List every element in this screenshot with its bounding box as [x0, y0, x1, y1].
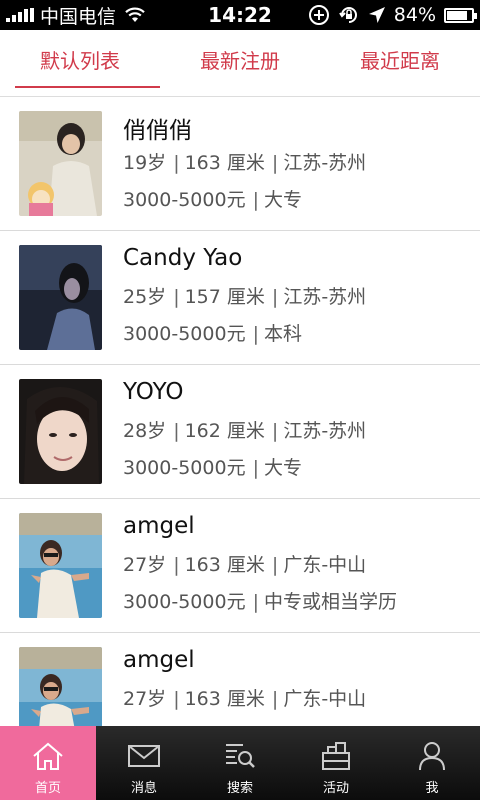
filter-tabs: 默认列表 最新注册 最近距离: [0, 30, 480, 88]
user-age: 19岁: [123, 152, 167, 174]
tab-nearest-distance[interactable]: 最近距离: [320, 30, 480, 88]
user-height: 162 厘米: [184, 420, 265, 442]
tabbar-activities[interactable]: 活动: [288, 726, 384, 800]
separator: |: [252, 189, 259, 211]
user-info-line1: 28岁 | 162 厘米 | 江苏-苏州: [123, 416, 366, 443]
separator: |: [173, 420, 180, 442]
user-height: 163 厘米: [184, 688, 265, 710]
user-education: 中专或相当学历: [263, 591, 397, 613]
location-arrow-icon: [368, 7, 385, 23]
separator: |: [173, 152, 180, 174]
separator: |: [252, 457, 259, 479]
separator: |: [271, 688, 279, 710]
message-icon: [128, 745, 160, 767]
location-target-icon: [308, 5, 329, 25]
bottom-tab-bar: 首页 消息 搜索 活动 我: [0, 726, 480, 800]
user-avatar: [19, 513, 102, 618]
user-age: 27岁: [123, 688, 167, 710]
home-icon: [33, 742, 63, 770]
tabbar-me[interactable]: 我: [384, 726, 480, 800]
tabbar-label: 消息: [130, 781, 157, 796]
battery-fill: [447, 10, 468, 20]
battery-percent: 84%: [393, 4, 436, 26]
user-info-line2: 3000-5000元 | 中专或相当学历: [123, 587, 397, 614]
tabbar-messages[interactable]: 消息: [96, 726, 192, 800]
separator: |: [173, 554, 180, 576]
tabbar-label: 搜索: [226, 781, 253, 796]
user-age: 28岁: [123, 420, 167, 442]
user-info-line2: 3000-5000元 | 大专: [123, 453, 302, 480]
user-income: 3000-5000元: [123, 189, 246, 211]
separator: |: [271, 420, 279, 442]
activity-icon: [322, 742, 350, 770]
user-avatar: [19, 111, 102, 216]
user-info-line1: 27岁 | 163 厘米 | 广东-中山: [123, 550, 366, 577]
tab-default-list[interactable]: 默认列表: [0, 30, 160, 88]
user-info-line1: 27岁 | 163 厘米 | 广东-中山: [123, 684, 366, 711]
separator: |: [271, 152, 279, 174]
user-name: amgel: [123, 647, 195, 673]
user-row[interactable]: amgel 27岁 | 163 厘米 | 广东-中山: [0, 633, 480, 726]
tab-newest-registered[interactable]: 最新注册: [160, 30, 320, 88]
carrier-label: 中国电信: [40, 5, 117, 28]
status-bar: 中国电信 14:22 84%: [0, 0, 480, 30]
user-row[interactable]: amgel 27岁 | 163 厘米 | 广东-中山 3000-5000元 | 中专或相当学…: [0, 499, 480, 633]
user-name: 俏俏俏: [123, 118, 192, 144]
user-education: 本科: [263, 323, 302, 345]
user-location: 广东-中山: [283, 554, 367, 576]
tabbar-search[interactable]: 搜索: [192, 726, 288, 800]
user-height: 157 厘米: [184, 286, 265, 308]
separator: |: [271, 286, 279, 308]
separator: |: [173, 286, 180, 308]
user-location: 江苏-苏州: [283, 420, 367, 442]
status-right: 84%: [308, 0, 477, 30]
user-row[interactable]: YOYO 28岁 | 162 厘米 | 江苏-苏州 3000-5000元 | 大专: [0, 365, 480, 499]
user-name: YOYO: [123, 379, 184, 405]
user-info-line2: 3000-5000元 | 本科: [123, 319, 302, 346]
signal-icon: [6, 8, 34, 22]
user-avatar: [19, 245, 102, 350]
user-location: 江苏-苏州: [283, 286, 367, 308]
separator: |: [252, 323, 259, 345]
separator: |: [173, 688, 180, 710]
user-education: 大专: [263, 189, 302, 211]
user-list[interactable]: 俏俏俏 19岁 | 163 厘米 | 江苏-苏州 3000-5000元 | 大专 Candy…: [0, 96, 480, 726]
tabbar-label: 首页: [34, 781, 61, 796]
tabbar-home[interactable]: 首页: [0, 726, 96, 800]
wifi-icon: [125, 7, 145, 22]
user-info-line2: 3000-5000元 | 大专: [123, 185, 302, 212]
user-location: 江苏-苏州: [283, 152, 367, 174]
tabbar-label: 我: [425, 781, 439, 796]
user-info-line1: 19岁 | 163 厘米 | 江苏-苏州: [123, 148, 366, 175]
user-height: 163 厘米: [184, 554, 265, 576]
user-location: 广东-中山: [283, 688, 367, 710]
user-avatar: [19, 379, 102, 484]
user-education: 大专: [263, 457, 302, 479]
tabbar-label: 活动: [322, 781, 349, 796]
user-name: Candy Yao: [123, 245, 243, 271]
user-age: 27岁: [123, 554, 167, 576]
profile-icon: [419, 742, 445, 771]
user-row[interactable]: 俏俏俏 19岁 | 163 厘米 | 江苏-苏州 3000-5000元 | 大专: [0, 97, 480, 231]
user-name: amgel: [123, 513, 195, 539]
user-income: 3000-5000元: [123, 457, 246, 479]
user-row[interactable]: Candy Yao 25岁 | 157 厘米 | 江苏-苏州 3000-5000元 | 本科: [0, 231, 480, 365]
separator: |: [271, 554, 279, 576]
search-icon: [226, 744, 255, 768]
separator: |: [252, 591, 259, 613]
user-income: 3000-5000元: [123, 323, 246, 345]
user-avatar: [19, 647, 102, 726]
status-left: 中国电信: [0, 2, 180, 29]
user-age: 25岁: [123, 286, 167, 308]
user-height: 163 厘米: [184, 152, 265, 174]
user-info-line1: 25岁 | 157 厘米 | 江苏-苏州: [123, 282, 366, 309]
battery-icon: [444, 7, 477, 23]
rotation-lock-icon: [338, 7, 357, 23]
user-income: 3000-5000元: [123, 591, 246, 613]
